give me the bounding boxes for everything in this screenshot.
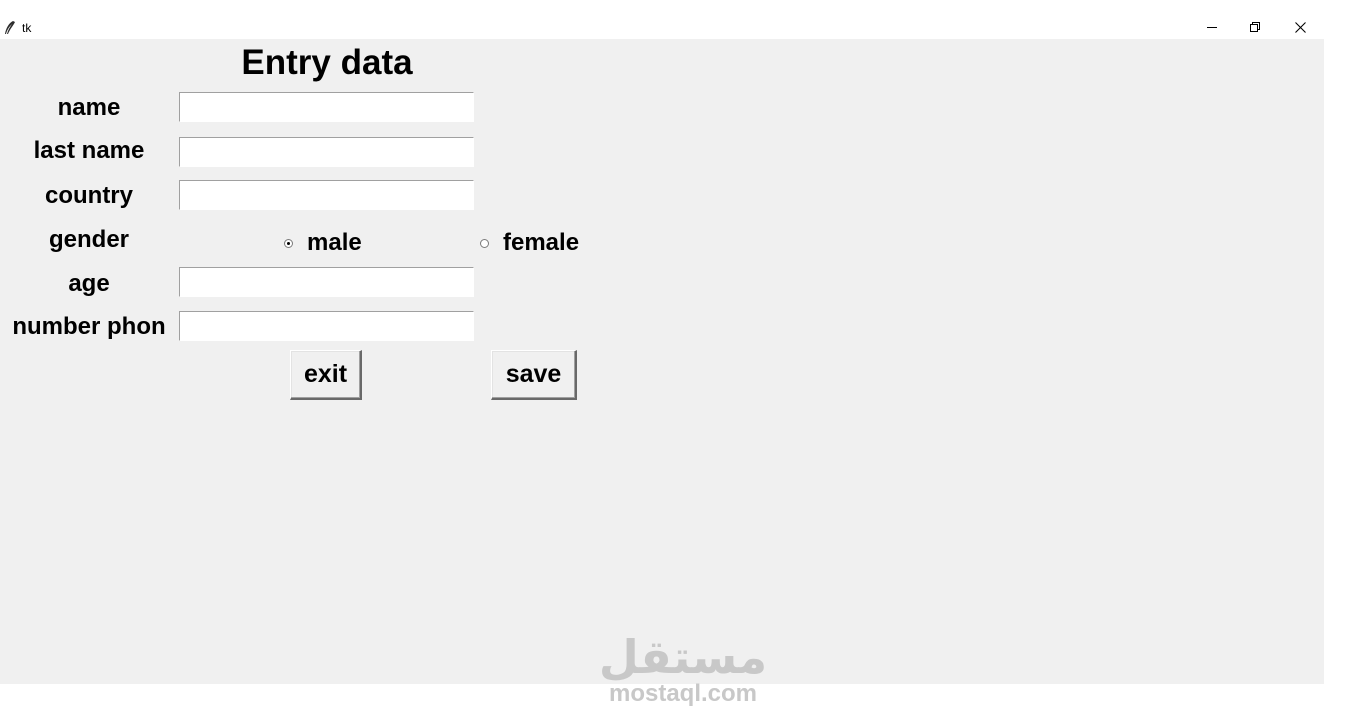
form-panel: Entry data name last name country gender… — [0, 39, 1324, 684]
minimize-button[interactable] — [1197, 14, 1227, 40]
name-field[interactable] — [179, 92, 474, 122]
restore-icon — [1250, 22, 1260, 32]
country-field[interactable] — [179, 180, 474, 210]
gender-option-label: female — [503, 229, 580, 256]
watermark-arabic-text: مستقل — [598, 630, 768, 684]
title-bar: tk — [0, 0, 1324, 39]
watermark-url: mostaql.com — [608, 680, 758, 707]
gender-radio-female[interactable]: female — [480, 228, 579, 258]
tk-feather-icon — [5, 21, 15, 34]
watermark-logo: مستقل mostaql.com — [575, 633, 791, 707]
age-field[interactable] — [179, 267, 474, 297]
save-button[interactable]: save — [491, 350, 577, 400]
gender-radio-male[interactable]: male — [284, 228, 362, 258]
age-label: age — [68, 270, 110, 297]
country-label: country — [44, 182, 133, 209]
last-name-label: last name — [33, 137, 145, 164]
minimize-icon — [1207, 27, 1217, 28]
last-name-field[interactable] — [179, 137, 474, 167]
exit-button[interactable]: exit — [290, 350, 362, 400]
phone-label: number phon — [12, 313, 166, 340]
page-title: Entry data — [241, 43, 413, 82]
close-icon — [1294, 21, 1306, 33]
radio-unselected-icon — [480, 238, 489, 248]
gender-label: gender — [48, 226, 129, 253]
phone-field[interactable] — [179, 311, 474, 341]
window-title: tk — [22, 21, 32, 35]
radio-selected-icon — [284, 238, 293, 248]
gender-option-label: male — [307, 229, 362, 256]
close-button[interactable] — [1285, 14, 1315, 40]
name-label: name — [57, 94, 121, 121]
restore-button[interactable] — [1240, 14, 1270, 40]
